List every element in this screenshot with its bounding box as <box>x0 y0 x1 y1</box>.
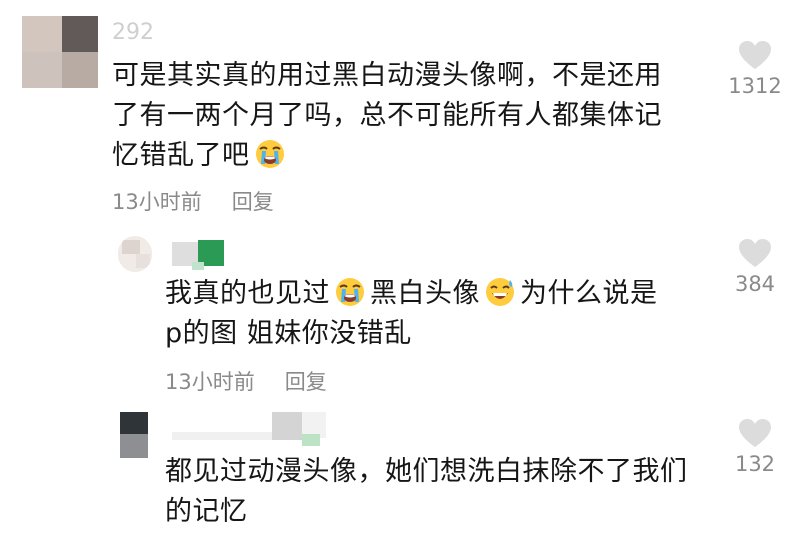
heart-icon <box>739 41 771 69</box>
comment-line: 了有一两个月了吗，总不可能所有人都集体记 <box>112 100 662 131</box>
like-count: 1312 <box>728 74 782 98</box>
comment-line: p的图 姐妹你没错乱 <box>165 318 412 349</box>
like-button[interactable]: 132 <box>715 418 795 476</box>
avatar[interactable] <box>118 236 152 272</box>
comment-time: 13小时前 <box>112 190 202 214</box>
comment-line: 的记忆 <box>165 496 248 527</box>
like-count: 132 <box>734 452 776 476</box>
avatar[interactable] <box>22 16 98 88</box>
loudly-crying-face-icon <box>336 278 364 306</box>
reply-button[interactable]: 回复 <box>285 370 327 394</box>
nickname-blurred[interactable] <box>172 240 228 270</box>
grinning-sweat-face-icon <box>486 278 514 306</box>
like-button[interactable]: 384 <box>715 238 795 296</box>
loudly-crying-face-icon <box>255 140 284 168</box>
comment-time: 13小时前 <box>165 370 255 394</box>
reply-button[interactable]: 回复 <box>232 190 274 214</box>
comment-meta: 13小时前 回复 <box>165 366 327 396</box>
comment-line: 都见过动漫头像，她们想洗白抹除不了我们 <box>165 456 688 487</box>
comment-line: 可是其实真的用过黑白动漫头像啊，不是还用 <box>112 60 662 91</box>
heart-icon <box>739 419 771 447</box>
comment-text: 我真的也见过 黑白头像 为什么说是 p的图 姐妹你没错乱 <box>165 274 725 354</box>
comment-line-first: 我真的也见过 黑白头像 为什么说是 <box>165 274 725 314</box>
comment-text: 可是其实真的用过黑白动漫头像啊，不是还用 了有一两个月了吗，总不可能所有人都集体… <box>112 56 712 176</box>
comment-text: 都见过动漫头像，她们想洗白抹除不了我们 的记忆 <box>165 452 725 532</box>
comment-line: 忆错乱了吧 <box>112 140 250 171</box>
like-count: 384 <box>734 272 776 296</box>
comment-segment: 为什么说是 <box>520 278 658 309</box>
heart-icon <box>739 239 771 267</box>
comment-segment: 我真的也见过 <box>165 278 330 309</box>
like-button[interactable]: 1312 <box>715 40 795 98</box>
comment-line-last: 忆错乱了吧 <box>112 136 712 176</box>
avatar[interactable] <box>118 410 154 460</box>
comment-meta: 13小时前 回复 <box>112 186 274 216</box>
nickname[interactable]: 292 <box>112 20 154 45</box>
comment-segment: 黑白头像 <box>370 278 480 309</box>
nickname-blurred[interactable] <box>172 412 342 452</box>
